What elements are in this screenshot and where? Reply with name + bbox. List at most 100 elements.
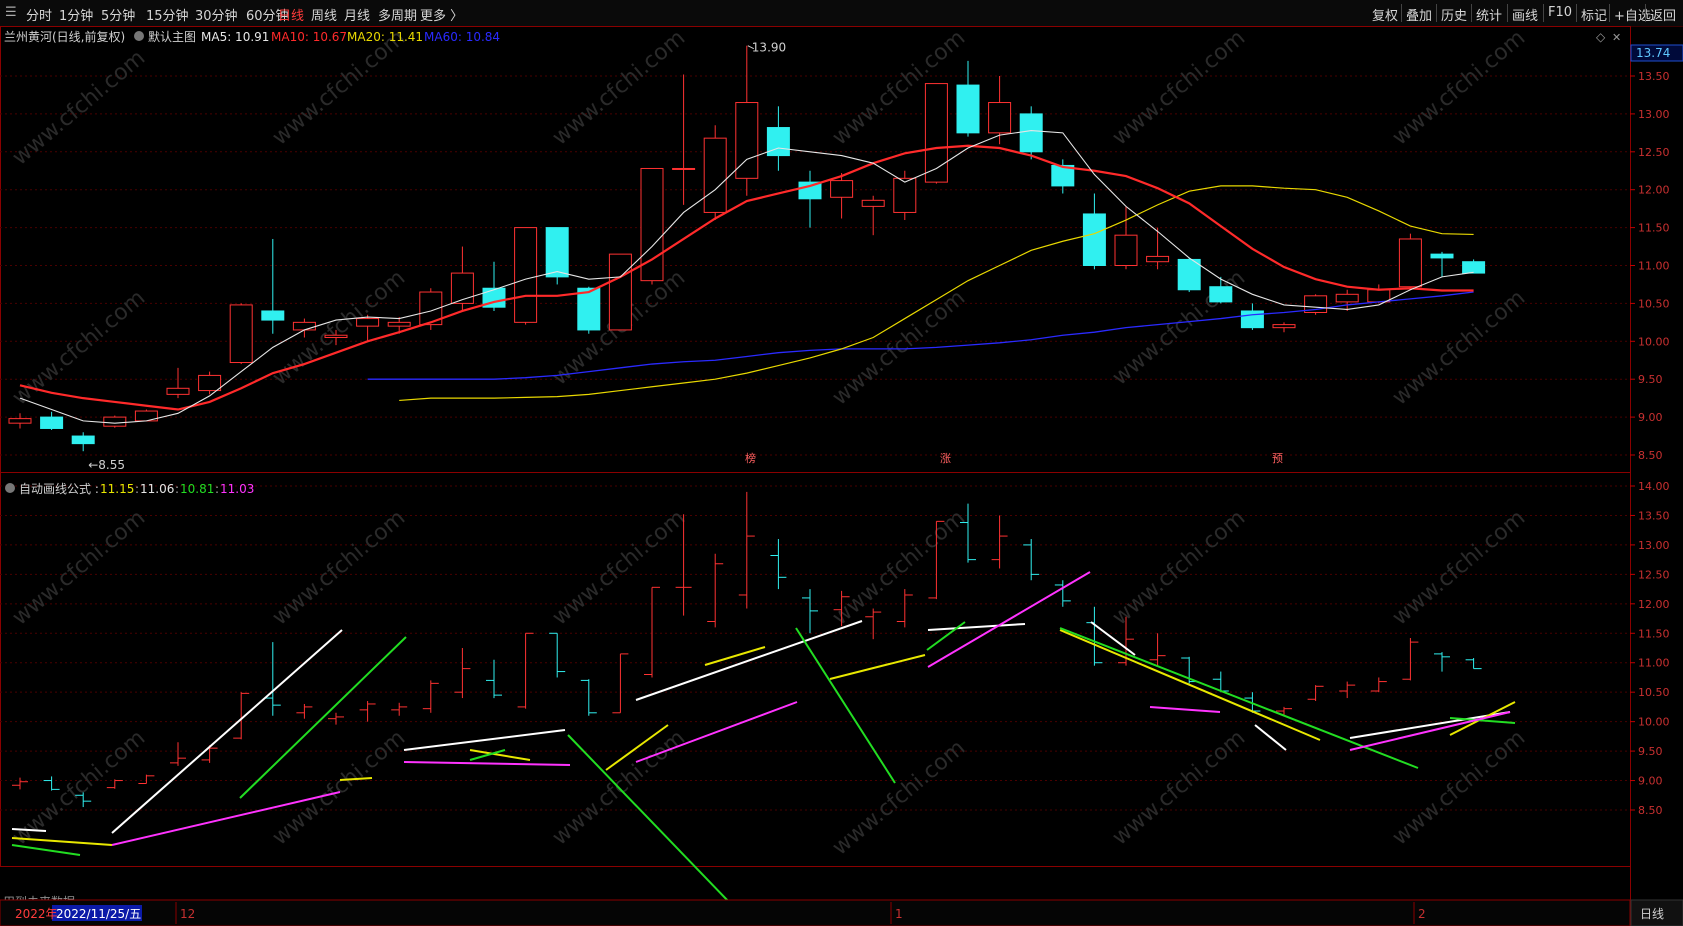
toolbar-divider bbox=[1471, 4, 1472, 22]
toolbar-divider bbox=[1507, 4, 1508, 22]
sub-value-3: 11.03 bbox=[220, 482, 254, 496]
timeframe-tab-7[interactable]: 周线 bbox=[311, 5, 337, 24]
main-candle-down bbox=[1209, 286, 1233, 303]
timeframe-tab-8[interactable]: 月线 bbox=[344, 5, 370, 24]
main-candle-up bbox=[356, 318, 380, 327]
menu-icon[interactable]: ☰ bbox=[5, 5, 17, 20]
timeframe-tab-9[interactable]: 多周期 bbox=[378, 5, 417, 24]
sub-value-1: 11.06 bbox=[140, 482, 174, 496]
main-candle-up bbox=[8, 418, 32, 424]
trend-line bbox=[403, 729, 566, 751]
watermark-text: www.cfchi.com bbox=[1388, 725, 1530, 850]
watermark-text: www.cfchi.com bbox=[548, 505, 690, 630]
main-axis-label: 10.00 bbox=[1638, 335, 1670, 348]
main-candle-down bbox=[545, 227, 569, 278]
toolbar-button-8[interactable]: 返回 bbox=[1650, 5, 1676, 24]
event-marker-0: 榜 bbox=[745, 451, 756, 465]
main-axis-label: 8.50 bbox=[1638, 449, 1663, 462]
watermark-text: www.cfchi.com bbox=[8, 285, 150, 410]
watermark-text: www.cfchi.com bbox=[8, 45, 150, 170]
main-candle-up bbox=[1367, 289, 1391, 303]
watermark-text: www.cfchi.com bbox=[268, 505, 410, 630]
main-candle-up bbox=[1398, 238, 1422, 288]
toolbar-button-2[interactable]: 历史 bbox=[1441, 5, 1467, 24]
main-candle-up bbox=[703, 137, 727, 213]
cursor-date-label: 2022/11/25/五 bbox=[56, 907, 141, 921]
main-candle-down bbox=[766, 127, 790, 157]
year-label: 2022年 bbox=[15, 907, 58, 921]
main-candle-down bbox=[1019, 113, 1043, 153]
trend-line bbox=[1349, 711, 1511, 751]
timeframe-tab-6[interactable]: 日线 bbox=[278, 5, 304, 24]
close-panel-icon: ✕ bbox=[1612, 31, 1621, 44]
template-label: 默认主图 bbox=[148, 29, 196, 44]
watermark-text: www.cfchi.com bbox=[268, 725, 410, 850]
toolbar-divider bbox=[1436, 4, 1437, 22]
timeframe-tab-2[interactable]: 5分钟 bbox=[101, 5, 135, 24]
current-price-label: 13.74 bbox=[1636, 46, 1670, 60]
watermark-text: www.cfchi.com bbox=[1388, 505, 1530, 630]
watermark-text: www.cfchi.com bbox=[1108, 725, 1250, 850]
watermark-text: www.cfchi.com bbox=[8, 725, 150, 850]
main-candle-down bbox=[261, 310, 285, 321]
timeframe-tab-4[interactable]: 30分钟 bbox=[195, 5, 238, 24]
ma-label-1: MA10: 10.67 bbox=[271, 30, 347, 44]
watermark-text: www.cfchi.com bbox=[828, 285, 970, 410]
sub-axis-label: 11.50 bbox=[1638, 627, 1670, 640]
high-price-label: 13.90 bbox=[752, 41, 786, 55]
event-marker-1: 涨 bbox=[940, 452, 951, 465]
toolbar-button-4[interactable]: 画线 bbox=[1512, 5, 1538, 24]
ma-label-3: MA60: 10.84 bbox=[424, 30, 500, 44]
main-candle-up bbox=[861, 199, 885, 207]
toolbar-button-1[interactable]: 叠加 bbox=[1406, 5, 1432, 24]
main-candle-up bbox=[1272, 324, 1296, 329]
sub-sep: : bbox=[135, 482, 139, 496]
toolbar-button-0[interactable]: 复权 bbox=[1372, 5, 1398, 24]
toolbar-button-5[interactable]: F10 bbox=[1548, 5, 1572, 20]
trend-line bbox=[1059, 629, 1321, 741]
sub-axis-label: 13.00 bbox=[1638, 539, 1670, 552]
toolbar-button-6[interactable]: 标记 bbox=[1581, 5, 1607, 24]
sub-axis-label: 9.00 bbox=[1638, 775, 1663, 788]
toolbar-divider bbox=[1609, 4, 1610, 22]
main-axis-label: 11.00 bbox=[1638, 260, 1670, 273]
timeframe-tab-0[interactable]: 分时 bbox=[26, 5, 52, 24]
main-axis-label: 12.50 bbox=[1638, 146, 1670, 159]
template-dropdown-icon[interactable] bbox=[134, 31, 144, 41]
toolbar-divider bbox=[1401, 4, 1402, 22]
toolbar-divider bbox=[1543, 4, 1544, 22]
main-candle-up bbox=[988, 102, 1012, 134]
trend-line bbox=[635, 620, 863, 701]
sub-panel-frame bbox=[0, 472, 1631, 867]
date-bar bbox=[0, 899, 1631, 926]
low-price-label: ←8.55 bbox=[88, 458, 125, 472]
timeframe-tab-1[interactable]: 1分钟 bbox=[59, 5, 93, 24]
ma-label-0: MA5: 10.91 bbox=[201, 30, 269, 44]
timeframe-tab-10[interactable]: 更多 〉 bbox=[420, 5, 463, 24]
main-candle-up bbox=[166, 387, 190, 395]
main-candle-up bbox=[292, 321, 316, 331]
main-candle-down bbox=[1240, 310, 1264, 329]
main-axis-label: 10.50 bbox=[1638, 297, 1670, 310]
event-marker-2: 预 bbox=[1272, 452, 1283, 465]
main-candle-down bbox=[71, 435, 95, 445]
toolbar-button-3[interactable]: 统计 bbox=[1476, 5, 1502, 24]
main-axis-label: 13.00 bbox=[1638, 108, 1670, 121]
month-label-0: 12 bbox=[180, 907, 195, 921]
sub-axis-label: 12.50 bbox=[1638, 568, 1670, 581]
main-candle-up bbox=[103, 416, 127, 427]
sub-axis-label: 8.50 bbox=[1638, 804, 1663, 817]
main-candle-down bbox=[577, 287, 601, 331]
watermark-text: www.cfchi.com bbox=[268, 26, 410, 151]
trend-line bbox=[1090, 621, 1136, 656]
main-candle-up bbox=[1146, 255, 1170, 263]
sub-dropdown-icon[interactable] bbox=[5, 483, 15, 493]
chart-area[interactable]: 13.50 13.00 12.50 12.00 11.50 11.00 10.50 10.00… bbox=[0, 26, 1683, 926]
main-candle-down bbox=[1082, 213, 1106, 266]
trend-line bbox=[239, 636, 407, 799]
main-candle-up bbox=[450, 272, 474, 304]
sub-axis-label: 13.50 bbox=[1638, 509, 1670, 522]
timeframe-tab-3[interactable]: 15分钟 bbox=[146, 5, 189, 24]
main-candle-up bbox=[893, 177, 917, 213]
month-label-2: 2 bbox=[1418, 907, 1426, 921]
